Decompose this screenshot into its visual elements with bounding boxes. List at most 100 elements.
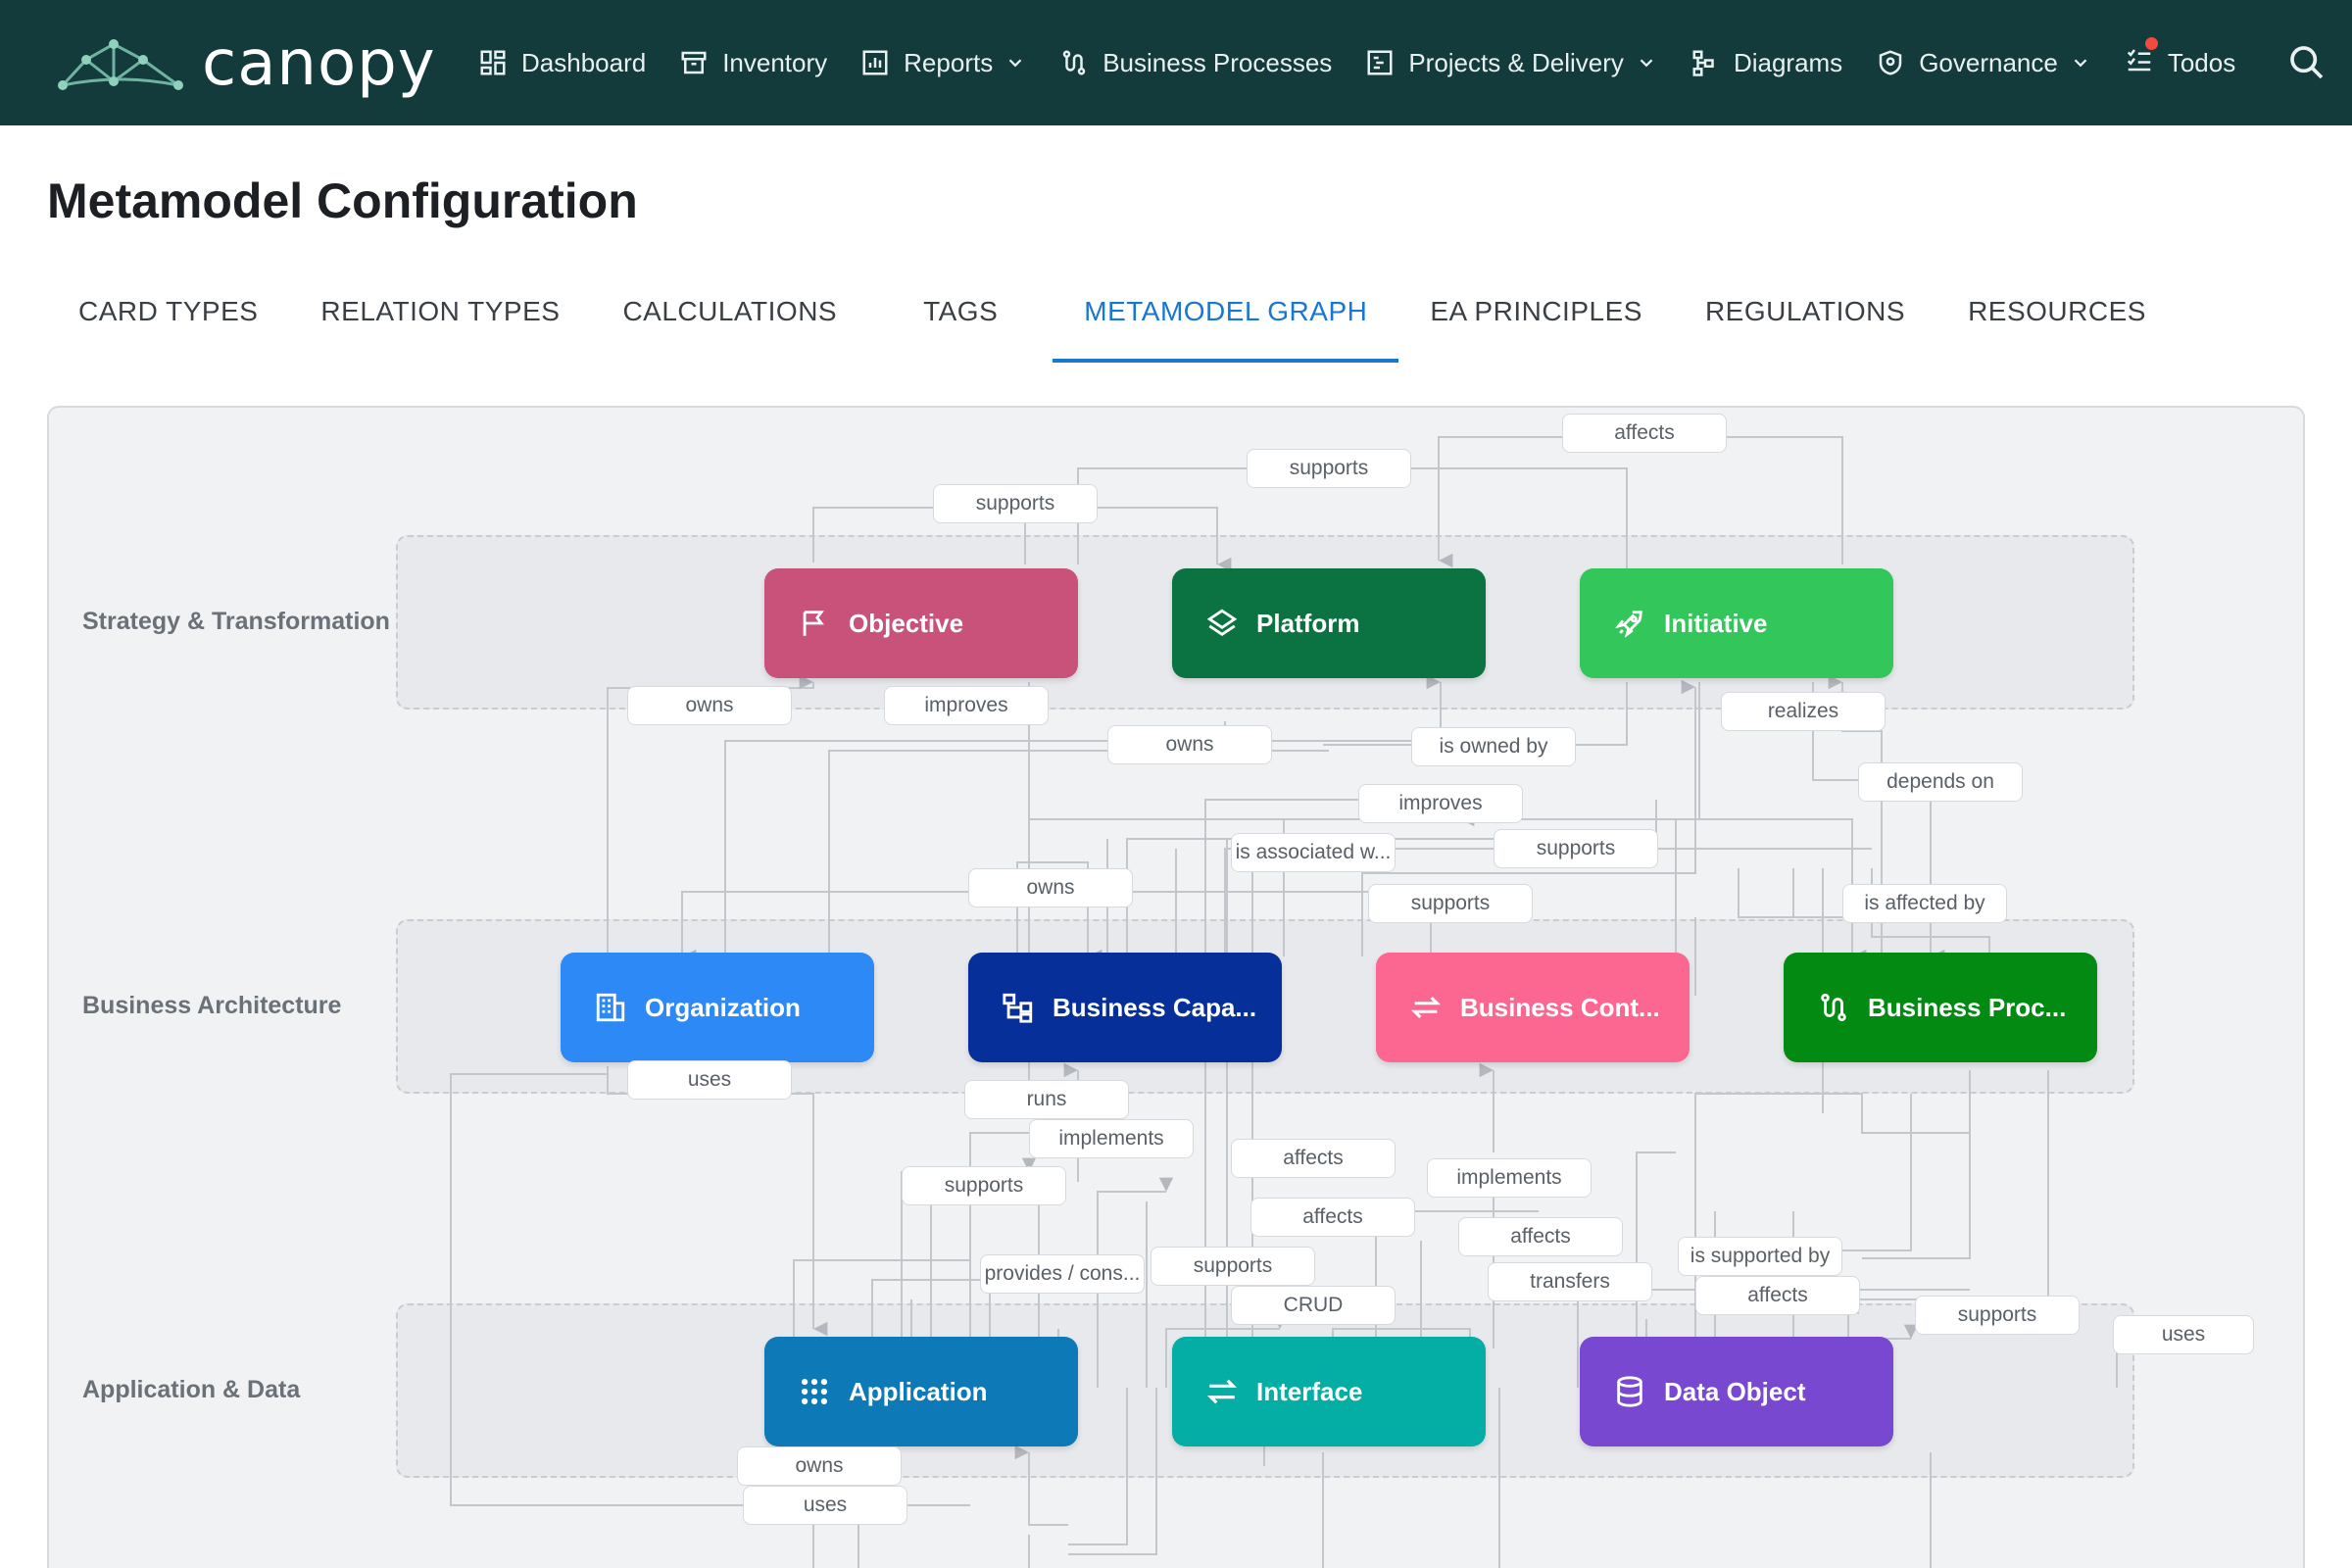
shield-icon — [1879, 50, 1902, 75]
chevron-down-icon — [1640, 59, 1653, 68]
nav-label: Projects & Delivery — [1408, 47, 1624, 77]
nav-label: Dashboard — [521, 47, 647, 77]
node-label: Objective — [849, 608, 964, 638]
edge-label[interactable]: affects — [1695, 1276, 1860, 1315]
edge-label[interactable]: uses — [2113, 1315, 2254, 1354]
edge-label[interactable]: runs — [964, 1080, 1129, 1119]
edge-label[interactable]: affects — [1562, 414, 1727, 453]
edge-label[interactable]: affects — [1458, 1217, 1623, 1256]
brand-name: canopy — [202, 27, 436, 100]
edge — [1014, 1445, 1068, 1526]
nav-label: Reports — [904, 47, 994, 77]
nav-item-todos[interactable]: Todos — [2125, 36, 2236, 81]
page-title: Metamodel Configuration — [47, 173, 638, 228]
edge-label[interactable]: affects — [1231, 1139, 1396, 1178]
edge-label[interactable]: affects — [1250, 1198, 1415, 1237]
edge-label[interactable]: uses — [743, 1486, 907, 1525]
node-business-process[interactable]: Business Proc... — [1784, 953, 2097, 1062]
edge-label[interactable]: supports — [902, 1166, 1066, 1205]
node-business-context[interactable]: Business Cont... — [1376, 953, 1690, 1062]
edge-label[interactable]: owns — [1107, 725, 1272, 764]
node-application[interactable]: Application — [764, 1337, 1078, 1446]
nav-label: Todos — [2167, 47, 2236, 77]
edge-label[interactable]: supports — [1368, 884, 1533, 923]
edge — [1204, 799, 1475, 956]
chevron-down-icon — [1008, 59, 1022, 68]
node-data-object[interactable]: Data Object — [1580, 1337, 1893, 1446]
transfer-icon — [1206, 1379, 1238, 1404]
edge-label[interactable]: depends on — [1858, 762, 2023, 802]
node-label: Interface — [1256, 1376, 1363, 1406]
edge-label[interactable]: owns — [627, 686, 792, 725]
process-icon — [1821, 993, 1846, 1022]
edge-label[interactable]: CRUD — [1231, 1286, 1396, 1325]
nav-label: Business Processes — [1102, 47, 1333, 77]
edge — [1695, 1094, 1912, 1251]
edge-label[interactable]: improves — [1358, 784, 1523, 823]
nav-item-governance[interactable]: Governance — [1876, 48, 2091, 78]
node-label: Initiative — [1664, 608, 1768, 638]
flag-icon — [803, 611, 824, 636]
todos-icon-wrap — [2125, 36, 2158, 81]
tab-relation-types[interactable]: RELATION TYPES — [289, 284, 591, 363]
edge-label[interactable]: supports — [1915, 1296, 2080, 1335]
nav-item-projects-delivery[interactable]: Projects & Delivery — [1365, 48, 1657, 78]
nav-item-diagrams[interactable]: Diagrams — [1690, 48, 1842, 78]
metamodel-graph-canvas[interactable]: Strategy & Transformation Business Archi… — [47, 406, 2305, 1568]
node-objective[interactable]: Objective — [764, 568, 1078, 678]
edge-label[interactable]: is supported by — [1678, 1237, 1842, 1276]
edge-label[interactable]: implements — [1029, 1119, 1194, 1158]
top-navigation-bar: canopy Dashboard Inventory Reports Busin… — [0, 0, 2352, 125]
edge-label[interactable]: supports — [1247, 449, 1411, 488]
edge-label[interactable]: uses — [627, 1060, 792, 1100]
edge-label[interactable]: is associated w... — [1231, 833, 1396, 872]
edge-label[interactable]: realizes — [1721, 692, 1886, 731]
search-icon[interactable] — [2287, 43, 2327, 82]
edge-label[interactable]: transfers — [1488, 1262, 1652, 1301]
edge-label[interactable]: supports — [933, 484, 1098, 523]
tab-regulations[interactable]: REGULATIONS — [1674, 284, 1936, 363]
node-label: Platform — [1256, 608, 1360, 638]
nav-item-inventory[interactable]: Inventory — [679, 48, 827, 78]
nav-item-dashboard[interactable]: Dashboard — [478, 48, 646, 78]
tab-calculations[interactable]: CALCULATIONS — [591, 284, 892, 363]
edge-label[interactable]: is affected by — [1842, 884, 2007, 923]
edge-label[interactable]: supports — [1494, 829, 1658, 868]
node-label: Application — [849, 1376, 988, 1406]
nav-item-reports[interactable]: Reports — [860, 48, 1026, 78]
edge-label[interactable]: supports — [1151, 1247, 1315, 1286]
edge — [1438, 436, 1843, 568]
tab-resources[interactable]: RESOURCES — [1936, 284, 2178, 363]
edge-label[interactable]: implements — [1427, 1158, 1592, 1198]
edge-label[interactable]: owns — [737, 1446, 902, 1486]
edge — [1068, 1388, 1157, 1555]
edge — [1844, 1070, 2049, 1314]
node-label: Data Object — [1664, 1376, 1806, 1406]
inventory-icon — [681, 51, 707, 74]
database-icon — [1617, 1376, 1642, 1407]
main-nav: Dashboard Inventory Reports Business Pro… — [478, 0, 2269, 125]
hierarchy-icon — [1003, 993, 1033, 1023]
tab-ea-principles[interactable]: EA PRINCIPLES — [1398, 284, 1674, 363]
canopy-logo[interactable]: canopy — [57, 27, 436, 100]
edge — [1862, 1070, 1971, 1259]
config-tabs: CARD TYPES RELATION TYPES CALCULATIONS T… — [47, 284, 2178, 363]
edge — [607, 1066, 828, 1337]
node-business-capability[interactable]: Business Capa... — [968, 953, 1282, 1062]
node-platform[interactable]: Platform — [1172, 568, 1486, 678]
edge-label[interactable]: improves — [884, 686, 1049, 725]
nav-label: Governance — [1919, 47, 2058, 77]
edge-label[interactable]: provides / cons... — [980, 1254, 1145, 1294]
tab-card-types[interactable]: CARD TYPES — [47, 284, 289, 363]
tab-tags[interactable]: TAGS — [892, 284, 1053, 363]
edge-label[interactable]: owns — [968, 868, 1133, 907]
tab-metamodel-graph[interactable]: METAMODEL GRAPH — [1053, 284, 1399, 363]
nav-label: Diagrams — [1733, 47, 1843, 77]
node-initiative[interactable]: Initiative — [1580, 568, 1893, 678]
chevron-down-icon — [2074, 59, 2087, 68]
node-interface[interactable]: Interface — [1172, 1337, 1486, 1446]
edge-label[interactable]: is owned by — [1411, 727, 1576, 766]
nav-item-business-processes[interactable]: Business Processes — [1059, 48, 1332, 78]
node-label: Business Capa... — [1053, 992, 1257, 1022]
node-organization[interactable]: Organization — [561, 953, 874, 1062]
